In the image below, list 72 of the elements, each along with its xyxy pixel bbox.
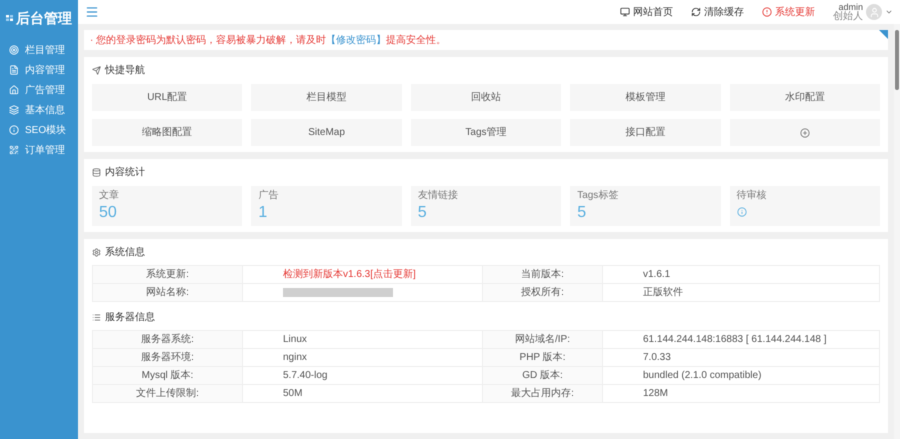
send-icon bbox=[92, 66, 101, 75]
monitor-icon bbox=[620, 7, 630, 17]
caret-icon[interactable] bbox=[885, 8, 893, 16]
stat-value: 5 bbox=[577, 203, 588, 223]
info-value: 正版软件 bbox=[643, 286, 683, 300]
quick-nav-button[interactable]: 栏目模型 bbox=[251, 84, 402, 111]
info-label: GD 版本: bbox=[522, 368, 563, 383]
menu-icon[interactable] bbox=[85, 5, 99, 19]
quick-nav-button[interactable]: 接口配置 bbox=[570, 119, 721, 146]
info-value: v1.6.1 bbox=[643, 268, 670, 282]
stat-value: 1 bbox=[258, 203, 268, 223]
menu-item-icon bbox=[9, 105, 19, 115]
quick-nav-button[interactable]: 模板管理 bbox=[570, 84, 721, 111]
section-title: 内容统计 bbox=[105, 166, 145, 180]
section-title: 系统信息 bbox=[105, 246, 145, 260]
corner-triangle-icon bbox=[879, 30, 888, 39]
refresh-icon bbox=[691, 7, 701, 17]
info-value: 50M bbox=[283, 387, 302, 401]
menu-item-icon bbox=[9, 45, 19, 55]
info-label: 系统更新: bbox=[146, 268, 189, 282]
stat-label: 友情链接 bbox=[418, 188, 459, 203]
info-value: 128M bbox=[643, 387, 668, 401]
stat-label: 广告 bbox=[258, 188, 280, 203]
user-name: admin bbox=[838, 2, 863, 12]
stat-value: 50 bbox=[99, 203, 118, 223]
info-value: Linux bbox=[283, 333, 307, 347]
menu-item-icon bbox=[9, 125, 19, 135]
info-label: PHP 版本: bbox=[520, 350, 566, 365]
quick-nav-button[interactable]: Tags管理 bbox=[410, 119, 562, 146]
info-icon bbox=[736, 207, 747, 217]
list-icon bbox=[92, 313, 101, 322]
info-label: 授权所有: bbox=[521, 286, 564, 300]
header-link[interactable]: 清除缓存 bbox=[691, 4, 744, 20]
header-link[interactable]: 系统更新 bbox=[762, 4, 815, 20]
menu-item-icon bbox=[9, 65, 19, 75]
stat-value: 5 bbox=[418, 203, 428, 223]
plus-icon bbox=[800, 128, 810, 138]
info-label: 服务器环境: bbox=[141, 350, 194, 365]
stat-label: Tags标签 bbox=[577, 188, 620, 203]
update-link[interactable]: 检测到新版本v1.6.3[点击更新] bbox=[283, 267, 416, 282]
section-title: 服务器信息 bbox=[105, 310, 155, 325]
logo-icon bbox=[6, 12, 13, 24]
info-label: 网站域名/IP: bbox=[514, 332, 570, 347]
quick-nav-button[interactable]: 缩略图配置 bbox=[92, 119, 242, 146]
menu-item-icon bbox=[9, 85, 19, 95]
info-label: 当前版本: bbox=[521, 268, 564, 282]
quick-nav-button[interactable]: 回收站 bbox=[410, 84, 562, 111]
scrollbar[interactable] bbox=[894, 24, 900, 439]
info-value: nginx bbox=[283, 351, 307, 365]
stat-label: 待审核 bbox=[736, 188, 768, 203]
quick-nav-button[interactable]: URL配置 bbox=[92, 84, 242, 111]
info-value: bundled (2.1.0 compatible) bbox=[643, 369, 762, 383]
info-label: 文件上传限制: bbox=[136, 386, 199, 401]
quick-nav-button[interactable]: 水印配置 bbox=[730, 84, 880, 111]
database-icon bbox=[92, 168, 101, 177]
info-value: 7.0.33 bbox=[643, 351, 671, 365]
info-label: 网站名称: bbox=[146, 286, 189, 300]
section-title: 快捷导航 bbox=[105, 64, 145, 78]
info-value: 61.144.244.148:16883 [ 61.144.244.148 ] bbox=[643, 333, 827, 347]
header-link[interactable]: 网站首页 bbox=[620, 4, 673, 20]
info-label: Mysql 版本: bbox=[142, 368, 194, 383]
stat-label: 文章 bbox=[99, 188, 120, 203]
info-label: 服务器系统: bbox=[141, 332, 194, 347]
gear-icon bbox=[92, 248, 101, 257]
alert-icon bbox=[762, 7, 772, 17]
user-role: 创始人 bbox=[833, 12, 863, 22]
info-value: 5.7.40-log bbox=[283, 369, 328, 383]
logo-text: 后台管理 bbox=[16, 8, 72, 28]
notice-text: · 您的登录密码为默认密码，容易被暴力破解，请及时【修改密码】提高安全性。 bbox=[90, 34, 446, 48]
menu-item-icon bbox=[9, 145, 19, 155]
quick-nav-button[interactable]: SiteMap bbox=[251, 119, 402, 146]
info-label: 最大占用内存: bbox=[511, 386, 574, 401]
